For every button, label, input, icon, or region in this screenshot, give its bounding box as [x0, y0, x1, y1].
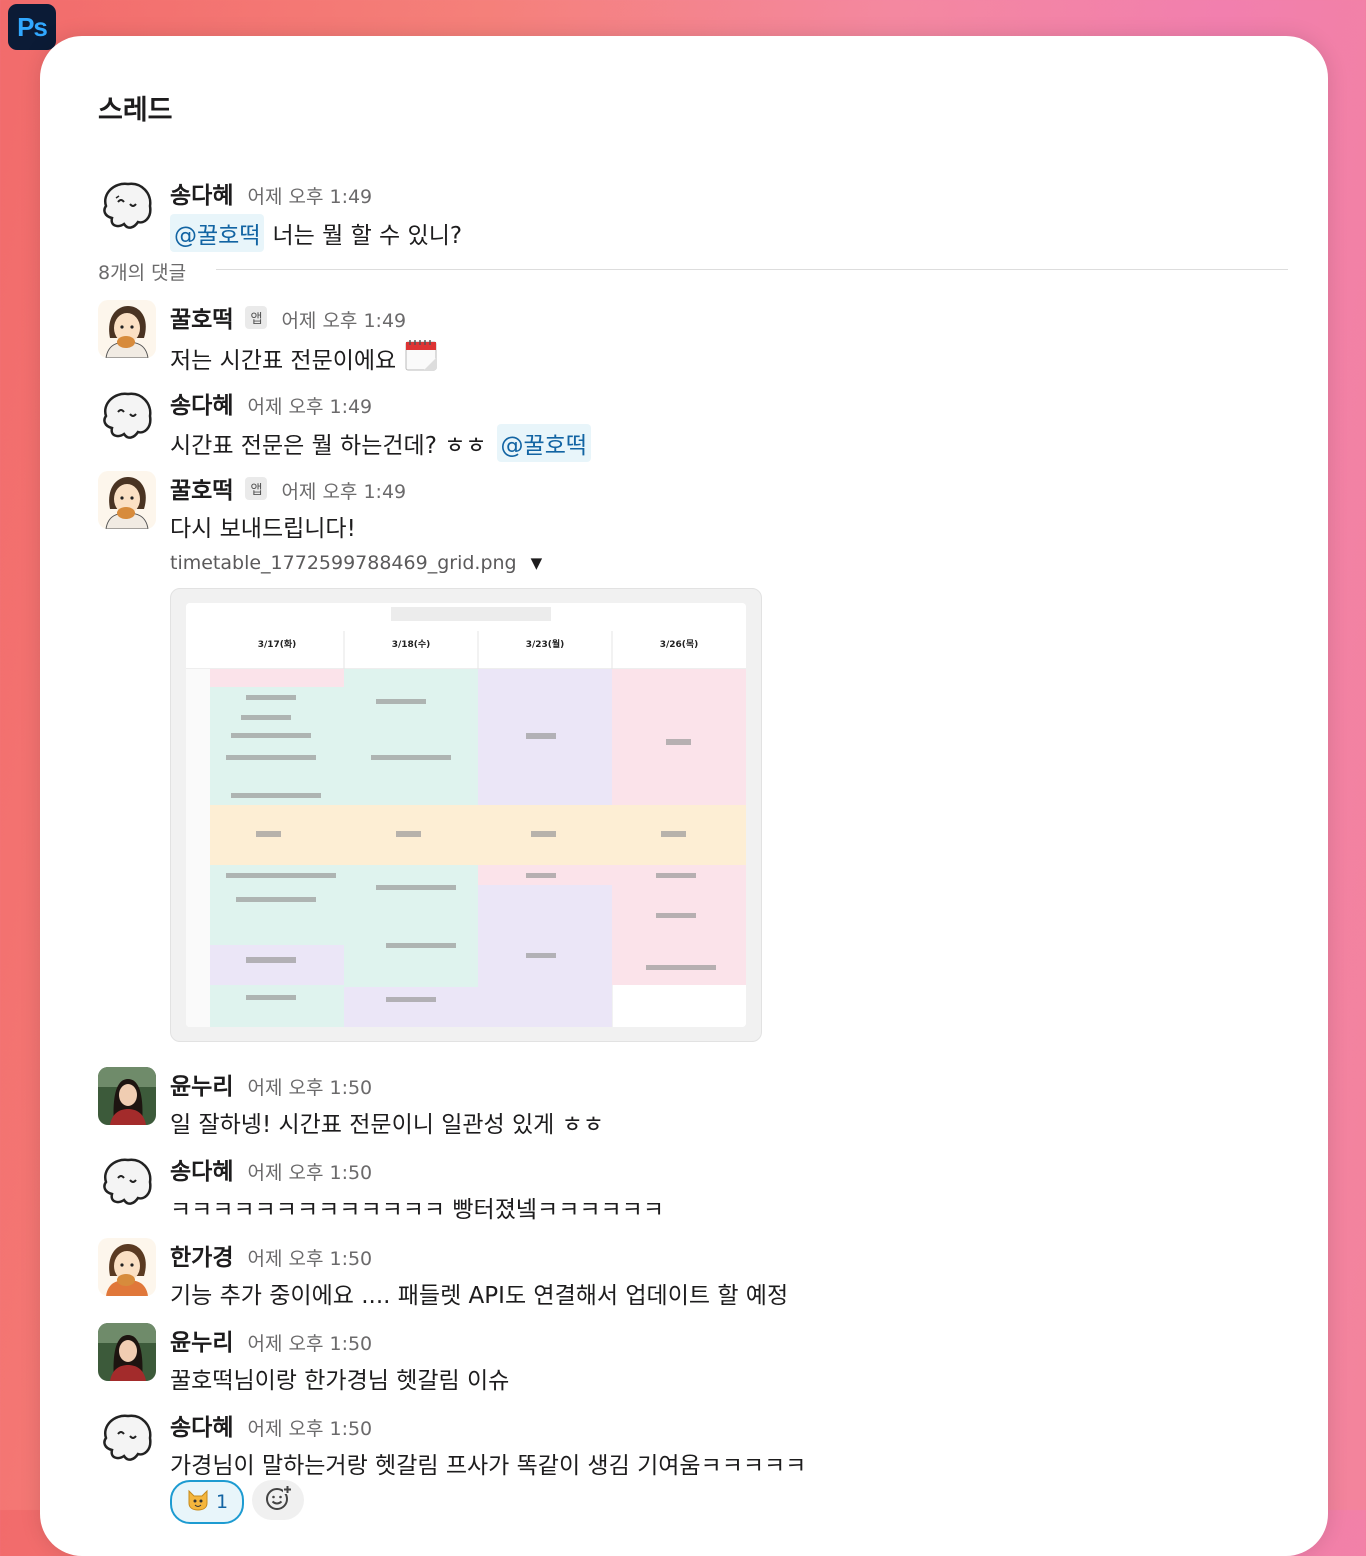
- message-body: 저는 시간표 전문이에요: [170, 348, 397, 374]
- column-label: 3/23(월): [525, 640, 565, 650]
- attachment-filename[interactable]: timetable_1772599788469_grid.png ▼: [170, 552, 542, 574]
- ghost-avatar[interactable]: [98, 1152, 156, 1210]
- timestamp[interactable]: 어제 오후 1:49: [281, 477, 406, 504]
- thread-title: 스레드: [98, 95, 173, 126]
- reply-message[interactable]: 송다혜 어제 오후 1:49 시간표 전문은 뭘 하는건데? ㅎㅎ @꿀호떡: [98, 386, 1298, 466]
- chevron-down-icon[interactable]: ▼: [531, 554, 543, 572]
- message-text: 일 잘하넹! 시간표 전문이니 일관성 있게 ㅎㅎ: [170, 1105, 604, 1139]
- author-name[interactable]: 꿀호떡: [170, 300, 233, 334]
- reply-message[interactable]: 꿀호떡 앱 어제 오후 1:49 저는 시간표 전문이에요: [98, 300, 1298, 380]
- filename-text[interactable]: timetable_1772599788469_grid.png: [170, 552, 517, 574]
- author-name[interactable]: 한가경: [170, 1238, 233, 1272]
- author-name[interactable]: 윤누리: [170, 1323, 233, 1357]
- timestamp[interactable]: 어제 오후 1:50: [247, 1158, 372, 1185]
- message-text: 저는 시간표 전문이에요: [170, 338, 438, 378]
- timestamp[interactable]: 어제 오후 1:49: [247, 182, 372, 209]
- message-text: 가경님이 말하는거랑 헷갈림 프사가 똑같이 생김 기여움ㅋㅋㅋㅋㅋ: [170, 1446, 806, 1480]
- reply-message[interactable]: 송다혜 어제 오후 1:50 가경님이 말하는거랑 헷갈림 프사가 똑같이 생김…: [98, 1408, 1298, 1488]
- reply-message[interactable]: 꿀호떡 앱 어제 오후 1:49 다시 보내드립니다!: [98, 471, 1298, 551]
- message-body: 기능 추가 중이에요 .... 패들렛 API도 연결해서 업데이트 할 예정: [170, 1283, 789, 1309]
- column-label: 3/26(목): [659, 640, 699, 650]
- divider: [216, 269, 1288, 270]
- app-badge: 앱: [245, 306, 268, 329]
- timestamp[interactable]: 어제 오후 1:50: [247, 1329, 372, 1356]
- message-body: 가경님이 말하는거랑 헷갈림 프사가 똑같이 생김 기여움ㅋㅋㅋㅋㅋ: [170, 1453, 807, 1479]
- message-body: 일 잘하넹! 시간표 전문이니 일관성 있게 ㅎㅎ: [170, 1112, 604, 1138]
- message-body: 다시 보내드립니다!: [170, 516, 356, 542]
- photo-avatar[interactable]: [98, 1067, 156, 1125]
- cat-face-icon: [186, 1489, 210, 1516]
- timestamp[interactable]: 어제 오후 1:50: [247, 1414, 372, 1441]
- author-name[interactable]: 송다혜: [170, 1408, 233, 1442]
- mention-link[interactable]: @꿀호떡: [170, 214, 265, 252]
- reply-message[interactable]: 윤누리 어제 오후 1:50 일 잘하넹! 시간표 전문이니 일관성 있게 ㅎㅎ: [98, 1067, 1298, 1147]
- reactions-bar: 1: [170, 1480, 304, 1524]
- ghost-avatar[interactable]: [98, 1408, 156, 1466]
- girl-avatar[interactable]: [98, 1238, 156, 1296]
- column-label: 3/17(화): [257, 640, 297, 650]
- girl-avatar[interactable]: [98, 471, 156, 529]
- message-text: 시간표 전문은 뭘 하는건데? ㅎㅎ @꿀호떡: [170, 424, 592, 462]
- add-reaction-button[interactable]: [252, 1480, 304, 1520]
- message-body: 시간표 전문은 뭘 하는건데? ㅎㅎ: [170, 433, 487, 459]
- author-name[interactable]: 윤누리: [170, 1067, 233, 1101]
- calendar-icon: [404, 338, 438, 378]
- timetable-header: 3/17(화) 3/18(수) 3/23(월) 3/26(목): [210, 637, 746, 650]
- add-emoji-icon: [264, 1484, 292, 1516]
- message-text: @꿀호떡 너는 뭘 할 수 있니?: [170, 214, 462, 252]
- message-text: 다시 보내드립니다!: [170, 509, 356, 543]
- reply-message[interactable]: 윤누리 어제 오후 1:50 꿀호떡님이랑 한가경님 헷갈림 이슈: [98, 1323, 1298, 1403]
- author-name[interactable]: 송다혜: [170, 386, 233, 420]
- ghost-avatar[interactable]: [98, 386, 156, 444]
- message-text: ㅋㅋㅋㅋㅋㅋㅋㅋㅋㅋㅋㅋㅋ 빵터졌넼ㅋㅋㅋㅋㅋㅋ: [170, 1190, 664, 1224]
- message-body: ㅋㅋㅋㅋㅋㅋㅋㅋㅋㅋㅋㅋㅋ 빵터졌넼ㅋㅋㅋㅋㅋㅋ: [170, 1197, 664, 1223]
- ghost-avatar[interactable]: [98, 176, 156, 234]
- photoshop-app-icon[interactable]: Ps: [8, 4, 56, 50]
- timestamp[interactable]: 어제 오후 1:50: [247, 1073, 372, 1100]
- mention-link[interactable]: @꿀호떡: [496, 424, 592, 462]
- message-body: 너는 뭘 할 수 있니?: [272, 223, 463, 249]
- photo-avatar[interactable]: [98, 1323, 156, 1381]
- timestamp[interactable]: 어제 오후 1:49: [281, 306, 406, 333]
- message-text: 꿀호떡님이랑 한가경님 헷갈림 이슈: [170, 1361, 509, 1395]
- reply-message[interactable]: 송다혜 어제 오후 1:50 ㅋㅋㅋㅋㅋㅋㅋㅋㅋㅋㅋㅋㅋ 빵터졌넼ㅋㅋㅋㅋㅋㅋ: [98, 1152, 1298, 1232]
- thread-panel: 스레드 송다혜 어제 오후 1:49 @꿀호떡 너는 뭘 할 수 있니? 8개의…: [40, 36, 1328, 1556]
- parent-message[interactable]: 송다혜 어제 오후 1:49 @꿀호떡 너는 뭘 할 수 있니?: [98, 176, 1298, 256]
- column-label: 3/18(수): [391, 640, 431, 650]
- author-name[interactable]: 꿀호떡: [170, 471, 233, 505]
- author-name[interactable]: 송다혜: [170, 1152, 233, 1186]
- app-badge: 앱: [245, 477, 268, 500]
- timestamp[interactable]: 어제 오후 1:50: [247, 1244, 372, 1271]
- author-name[interactable]: 송다혜: [170, 176, 233, 210]
- reply-message[interactable]: 한가경 어제 오후 1:50 기능 추가 중이에요 .... 패들렛 API도 …: [98, 1238, 1298, 1318]
- reply-count: 8개의 댓글: [98, 262, 187, 284]
- timestamp[interactable]: 어제 오후 1:49: [247, 392, 372, 419]
- reaction-button[interactable]: 1: [170, 1480, 244, 1524]
- attachment-image[interactable]: 3/17(화) 3/18(수) 3/23(월) 3/26(목): [170, 588, 762, 1042]
- timetable-image: 3/17(화) 3/18(수) 3/23(월) 3/26(목): [186, 603, 746, 1027]
- girl-avatar[interactable]: [98, 300, 156, 358]
- timetable-graphic: [186, 603, 746, 1027]
- message-body: 꿀호떡님이랑 한가경님 헷갈림 이슈: [170, 1368, 510, 1394]
- message-text: 기능 추가 중이에요 .... 패들렛 API도 연결해서 업데이트 할 예정: [170, 1276, 788, 1310]
